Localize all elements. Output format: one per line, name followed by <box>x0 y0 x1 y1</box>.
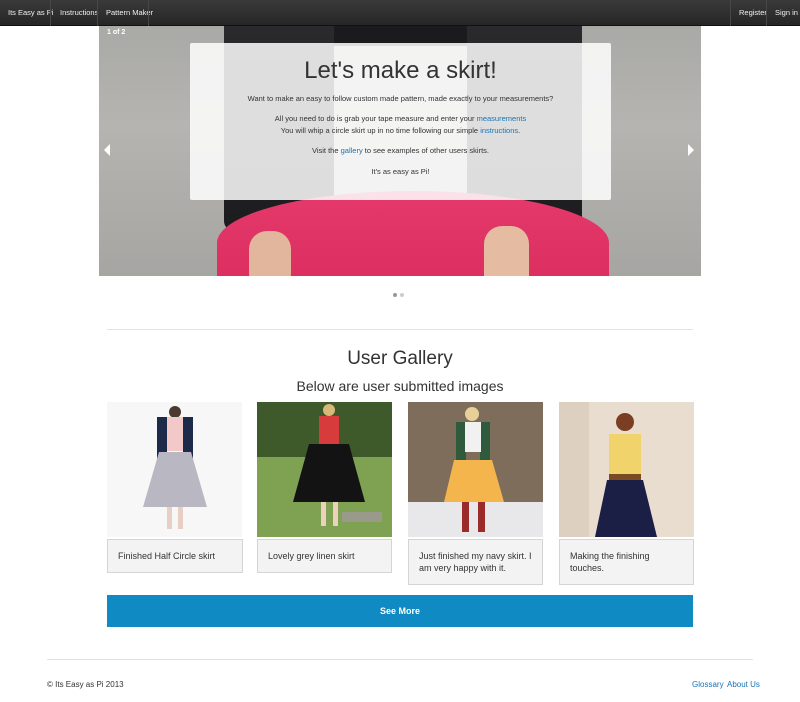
brand-link[interactable]: Its Easy as Pi <box>8 0 53 26</box>
nav-register[interactable]: Register <box>739 0 767 26</box>
gallery-caption-4: Making the finishing touches. <box>559 539 694 585</box>
carousel-prev-icon[interactable] <box>104 144 110 156</box>
nav-divider <box>730 0 731 26</box>
footer-copyright: © Its Easy as Pi 2013 <box>47 680 124 689</box>
gallery-caption-1: Finished Half Circle skirt <box>107 539 243 573</box>
hero-title: Let's make a skirt! <box>304 57 497 84</box>
gallery-link[interactable]: gallery <box>341 146 363 155</box>
instructions-link[interactable]: instructions <box>480 126 518 135</box>
slide-counter: 1 of 2 <box>107 29 126 36</box>
hero-caption-panel: Let's make a skirt! Want to make an easy… <box>190 43 611 200</box>
footer-glossary-link[interactable]: Glossary <box>692 680 724 689</box>
carousel-indicators <box>393 282 407 301</box>
nav-sign-in[interactable]: Sign in <box>775 0 798 26</box>
gallery-title: User Gallery <box>347 348 453 369</box>
gallery-caption-3: Just finished my navy skirt. I am very h… <box>408 539 543 585</box>
nav-divider <box>148 0 149 26</box>
gallery-photo-3[interactable] <box>408 402 543 537</box>
hero-photo-hand-left <box>249 231 291 276</box>
carousel-next-icon[interactable] <box>688 144 694 156</box>
section-divider <box>107 329 693 330</box>
nav-divider <box>766 0 767 26</box>
hero-measure-line: All you need to do is grab your tape mea… <box>274 114 527 123</box>
hero-carousel: 1 of 2 Let's make a skirt! Want to make … <box>99 26 701 276</box>
gallery-subtitle: Below are user submitted images <box>296 378 504 394</box>
hero-gallery-line: Visit the gallery to see examples of oth… <box>311 146 490 155</box>
footer-about-link[interactable]: About Us <box>727 680 760 689</box>
see-more-button[interactable]: See More <box>107 595 693 627</box>
measurements-link[interactable]: measurements <box>477 114 527 123</box>
hero-intro: Want to make an easy to follow custom ma… <box>247 94 554 103</box>
hero-instructions-line: You will whip a circle skirt up in no ti… <box>280 126 521 135</box>
nav-pattern-maker[interactable]: Pattern Maker <box>106 0 153 26</box>
gallery-photo-2[interactable] <box>257 402 392 537</box>
gallery-photo-4[interactable] <box>559 402 694 537</box>
footer-divider <box>47 659 753 660</box>
top-navbar: Its Easy as Pi Instructions Pattern Make… <box>0 0 800 26</box>
carousel-dot-1[interactable] <box>393 293 397 297</box>
nav-divider <box>97 0 98 26</box>
gallery-caption-2: Lovely grey linen skirt <box>257 539 392 573</box>
nav-instructions[interactable]: Instructions <box>60 0 98 26</box>
gallery-photo-1[interactable] <box>107 402 242 537</box>
hero-tagline: It's as easy as Pi! <box>371 167 430 176</box>
carousel-dot-2[interactable] <box>400 293 404 297</box>
hero-photo-hand-right <box>484 226 529 276</box>
nav-divider <box>50 0 51 26</box>
